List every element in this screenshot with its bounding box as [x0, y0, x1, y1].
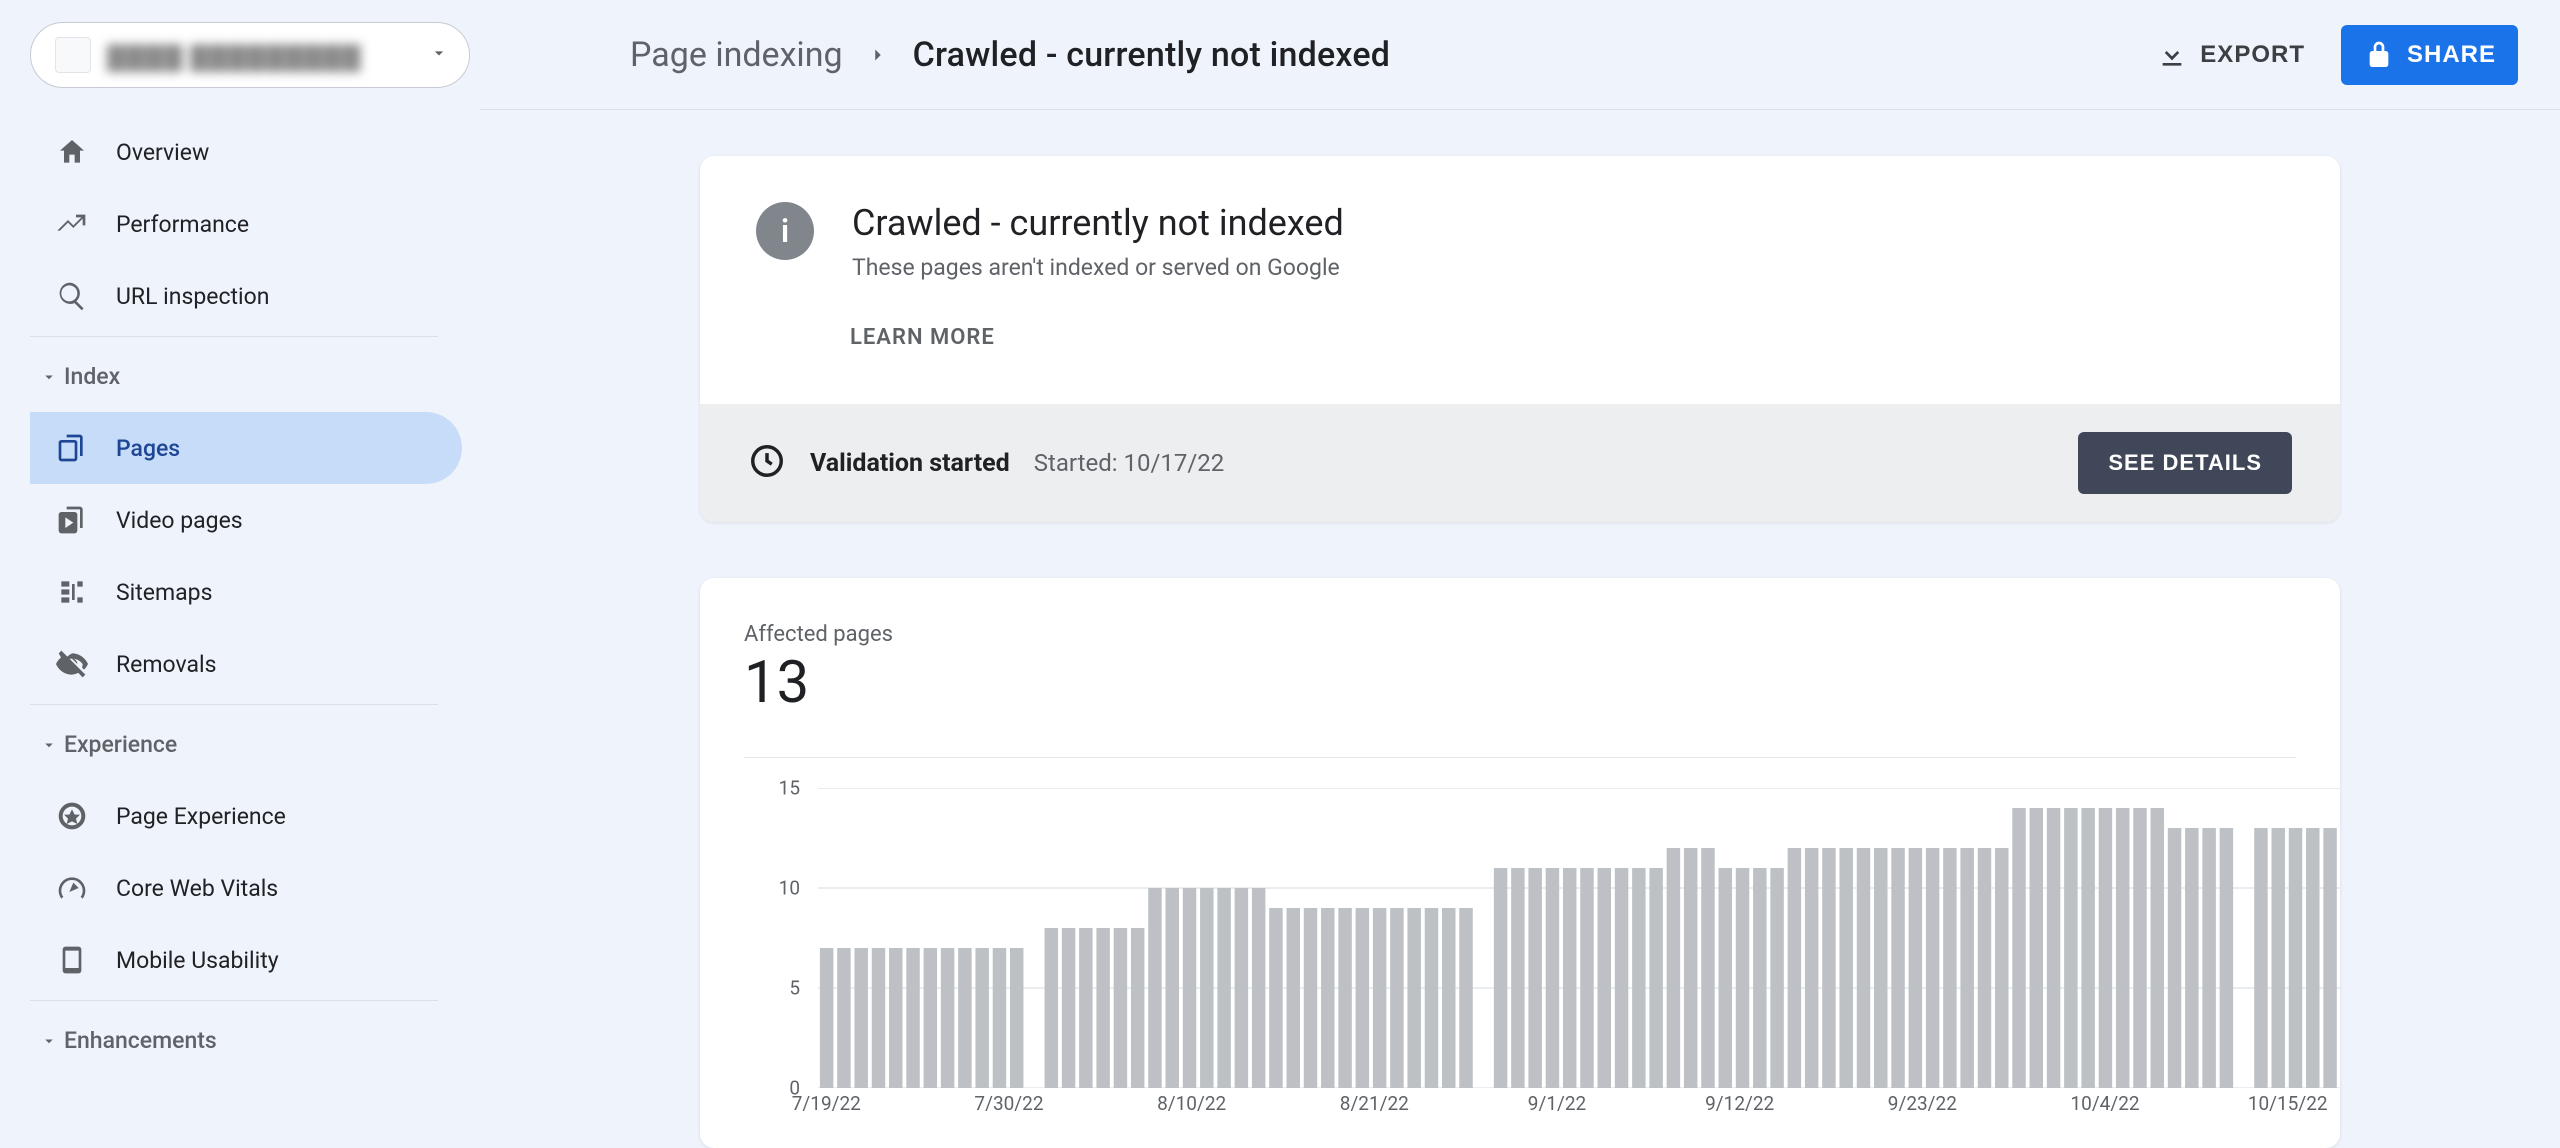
clock-icon	[748, 442, 786, 484]
chart-bars	[818, 788, 2340, 1088]
download-icon	[2156, 39, 2188, 71]
sidebar-item-label: Removals	[116, 651, 216, 678]
sidebar-item-mobile-usability[interactable]: Mobile Usability	[30, 924, 462, 996]
sidebar-nav: Overview Performance URL inspection Inde…	[30, 116, 480, 1076]
breadcrumb-current: Crawled - currently not indexed	[913, 35, 1391, 75]
sidebar-item-removals[interactable]: Removals	[30, 628, 462, 700]
sidebar-item-url-inspection[interactable]: URL inspection	[30, 260, 462, 332]
sitemap-icon	[56, 576, 88, 608]
caret-down-icon	[40, 736, 58, 754]
property-icon	[55, 37, 91, 73]
chevron-down-icon	[429, 43, 449, 67]
learn-more-button[interactable]: LEARN MORE	[850, 325, 2340, 350]
breadcrumb-page-indexing[interactable]: Page indexing	[630, 35, 843, 75]
validation-label: Validation started	[810, 449, 1010, 478]
sidebar-item-label: Video pages	[116, 507, 243, 534]
lock-icon	[2363, 39, 2395, 71]
sidebar-item-label: Overview	[116, 139, 209, 166]
export-button[interactable]: EXPORT	[2134, 25, 2327, 85]
property-selector[interactable]: ▓▓▓▓ ▓▓▓▓▓▓▓▓▓	[30, 22, 470, 88]
topbar: Page indexing Crawled - currently not in…	[480, 0, 2560, 110]
pages-icon	[56, 432, 88, 464]
visibility-off-icon	[56, 648, 88, 680]
validation-date: Started: 10/17/22	[1034, 449, 1225, 477]
sidebar-item-video-pages[interactable]: Video pages	[30, 484, 462, 556]
see-details-button[interactable]: SEE DETAILS	[2078, 432, 2292, 494]
breadcrumb: Page indexing Crawled - currently not in…	[630, 35, 1390, 75]
chart-value: 13	[744, 649, 2296, 717]
trending-up-icon	[56, 208, 88, 240]
sidebar: ▓▓▓▓ ▓▓▓▓▓▓▓▓▓ Overview Performance URL …	[0, 0, 480, 1148]
caret-down-icon	[40, 1032, 58, 1050]
sidebar-item-sitemaps[interactable]: Sitemaps	[30, 556, 462, 628]
main: Page indexing Crawled - currently not in…	[480, 0, 2560, 1148]
sidebar-item-performance[interactable]: Performance	[30, 188, 462, 260]
sidebar-item-label: Page Experience	[116, 803, 286, 830]
property-name: ▓▓▓▓ ▓▓▓▓▓▓▓▓▓	[107, 43, 429, 67]
sidebar-group-experience[interactable]: Experience	[30, 709, 480, 780]
chart-y-axis: 051015	[758, 788, 808, 1088]
share-button[interactable]: SHARE	[2341, 25, 2518, 85]
sidebar-group-index[interactable]: Index	[30, 341, 480, 412]
sidebar-item-overview[interactable]: Overview	[30, 116, 462, 188]
chart-plot: 051015 7/19/227/30/228/10/228/21/229/1/2…	[758, 788, 2296, 1118]
chart-x-axis: 7/19/227/30/228/10/228/21/229/1/229/12/2…	[818, 1092, 2296, 1118]
phone-icon	[56, 944, 88, 976]
validation-row: Validation started Started: 10/17/22 SEE…	[700, 404, 2340, 522]
home-icon	[56, 136, 88, 168]
info-card: i Crawled - currently not indexed These …	[700, 156, 2340, 522]
chart-card: Affected pages 13 051015 7/19/227/30/228…	[700, 578, 2340, 1148]
sidebar-item-label: Sitemaps	[116, 579, 212, 606]
badge-icon	[56, 800, 88, 832]
chart-label: Affected pages	[744, 622, 2296, 647]
info-icon: i	[756, 202, 814, 260]
sidebar-item-page-experience[interactable]: Page Experience	[30, 780, 462, 852]
chevron-right-icon	[867, 35, 889, 75]
caret-down-icon	[40, 368, 58, 386]
search-icon	[56, 280, 88, 312]
video-icon	[56, 504, 88, 536]
sidebar-item-label: Core Web Vitals	[116, 875, 278, 902]
sidebar-group-enhancements[interactable]: Enhancements	[30, 1005, 480, 1076]
sidebar-item-label: URL inspection	[116, 283, 269, 310]
sidebar-item-label: Performance	[116, 211, 249, 238]
sidebar-item-label: Pages	[116, 435, 180, 462]
info-subtitle: These pages aren't indexed or served on …	[852, 254, 1344, 281]
sidebar-item-core-web-vitals[interactable]: Core Web Vitals	[30, 852, 462, 924]
sidebar-item-label: Mobile Usability	[116, 947, 279, 974]
info-title: Crawled - currently not indexed	[852, 202, 1344, 244]
sidebar-item-pages[interactable]: Pages	[30, 412, 462, 484]
speedometer-icon	[56, 872, 88, 904]
